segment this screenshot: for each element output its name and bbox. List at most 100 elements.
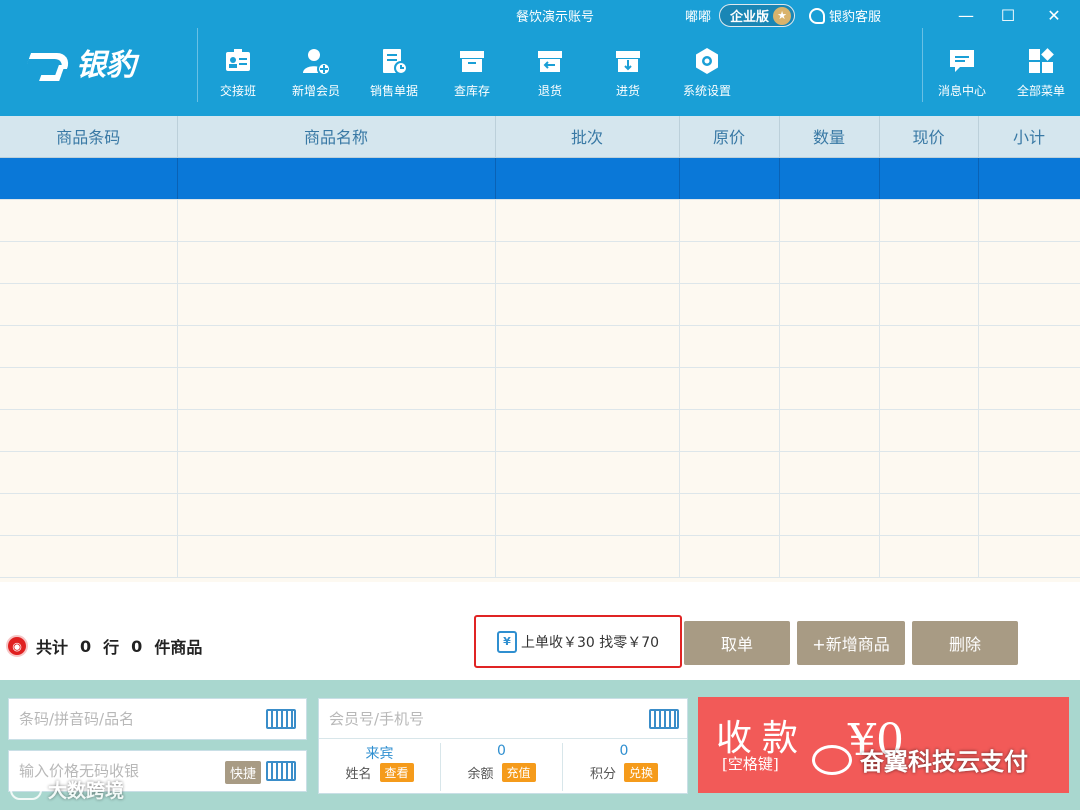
keyboard-icon[interactable] <box>266 761 296 781</box>
table-cell[interactable] <box>679 241 780 284</box>
column-header-name[interactable]: 商品名称 <box>177 116 496 158</box>
table-cell[interactable] <box>978 367 1080 410</box>
table-cell[interactable] <box>978 409 1080 452</box>
table-cell[interactable] <box>495 493 680 536</box>
column-header-quantity[interactable]: 数量 <box>779 116 880 158</box>
table-cell[interactable] <box>0 493 178 536</box>
toolbar-system-settings[interactable]: 系统设置 <box>672 46 742 99</box>
exchange-button[interactable]: 兑换 <box>624 763 659 782</box>
table-cell[interactable] <box>679 451 780 494</box>
table-cell[interactable] <box>177 367 496 410</box>
table-cell[interactable] <box>879 199 979 242</box>
table-cell[interactable] <box>779 535 880 578</box>
table-cell[interactable] <box>879 535 979 578</box>
minimize-button[interactable]: — <box>946 2 986 28</box>
table-row[interactable] <box>0 451 1080 494</box>
table-cell[interactable] <box>779 199 880 242</box>
member-input[interactable] <box>329 709 629 728</box>
recharge-button[interactable]: 充值 <box>501 763 536 782</box>
toolbar-all-menu[interactable]: 全部菜单 <box>1006 46 1076 99</box>
table-row[interactable] <box>0 157 1080 200</box>
user-name[interactable]: 嘟嘟 <box>685 6 711 25</box>
table-cell[interactable] <box>177 535 496 578</box>
table-cell[interactable] <box>978 535 1080 578</box>
table-cell[interactable] <box>879 493 979 536</box>
table-row[interactable] <box>0 409 1080 452</box>
table-cell[interactable] <box>779 451 880 494</box>
table-cell[interactable] <box>0 367 178 410</box>
table-cell[interactable] <box>495 325 680 368</box>
add-product-button[interactable]: +新增商品 <box>797 621 905 665</box>
table-cell[interactable] <box>177 493 496 536</box>
table-cell[interactable] <box>879 367 979 410</box>
table-cell[interactable] <box>495 283 680 326</box>
barcode-input[interactable] <box>19 710 219 728</box>
table-cell[interactable] <box>495 409 680 452</box>
table-cell[interactable] <box>978 493 1080 536</box>
close-button[interactable]: ✕ <box>1034 2 1074 28</box>
table-cell[interactable] <box>177 241 496 284</box>
toolbar-handover[interactable]: 交接班 <box>203 46 273 99</box>
table-row[interactable] <box>0 535 1080 578</box>
column-header-original-price[interactable]: 原价 <box>679 116 780 158</box>
toolbar-message-center[interactable]: 消息中心 <box>927 46 997 99</box>
table-cell[interactable] <box>978 451 1080 494</box>
table-row[interactable] <box>0 325 1080 368</box>
support-link[interactable]: 银豹客服 <box>809 6 881 25</box>
table-cell[interactable] <box>0 535 178 578</box>
table-cell[interactable] <box>879 157 979 200</box>
maximize-button[interactable]: ☐ <box>988 2 1028 28</box>
table-cell[interactable] <box>177 451 496 494</box>
toolbar-add-member[interactable]: 新增会员 <box>281 46 351 99</box>
cancel-order-button[interactable]: 取单 <box>684 621 790 665</box>
table-cell[interactable] <box>495 241 680 284</box>
column-header-barcode[interactable]: 商品条码 <box>0 116 178 158</box>
table-cell[interactable] <box>495 535 680 578</box>
keyboard-icon[interactable] <box>266 709 296 729</box>
table-cell[interactable] <box>0 199 178 242</box>
table-cell[interactable] <box>779 283 880 326</box>
table-cell[interactable] <box>879 325 979 368</box>
table-cell[interactable] <box>679 409 780 452</box>
table-cell[interactable] <box>978 325 1080 368</box>
table-cell[interactable] <box>978 283 1080 326</box>
table-cell[interactable] <box>779 493 880 536</box>
table-cell[interactable] <box>495 367 680 410</box>
table-cell[interactable] <box>0 157 178 200</box>
table-cell[interactable] <box>679 535 780 578</box>
table-row[interactable] <box>0 367 1080 410</box>
table-cell[interactable] <box>0 283 178 326</box>
table-cell[interactable] <box>679 199 780 242</box>
table-cell[interactable] <box>879 241 979 284</box>
table-cell[interactable] <box>879 409 979 452</box>
keyboard-icon[interactable] <box>649 709 679 729</box>
toolbar-purchase[interactable]: 进货 <box>593 46 663 99</box>
table-row[interactable] <box>0 283 1080 326</box>
table-cell[interactable] <box>177 325 496 368</box>
table-cell[interactable] <box>679 283 780 326</box>
table-cell[interactable] <box>879 283 979 326</box>
table-cell[interactable] <box>177 409 496 452</box>
table-cell[interactable] <box>177 199 496 242</box>
edition-badge[interactable]: 企业版 ★ <box>719 4 796 27</box>
delete-button[interactable]: 删除 <box>912 621 1018 665</box>
barcode-field[interactable] <box>8 698 307 740</box>
table-cell[interactable] <box>779 157 880 200</box>
table-cell[interactable] <box>0 409 178 452</box>
table-cell[interactable] <box>779 241 880 284</box>
table-cell[interactable] <box>978 241 1080 284</box>
table-cell[interactable] <box>495 157 680 200</box>
table-row[interactable] <box>0 241 1080 284</box>
table-cell[interactable] <box>495 451 680 494</box>
table-cell[interactable] <box>0 241 178 284</box>
toolbar-sales-documents[interactable]: 销售单据 <box>359 46 429 99</box>
table-cell[interactable] <box>879 451 979 494</box>
table-cell[interactable] <box>177 157 496 200</box>
table-cell[interactable] <box>679 367 780 410</box>
column-header-subtotal[interactable]: 小计 <box>978 116 1080 158</box>
table-cell[interactable] <box>779 325 880 368</box>
table-cell[interactable] <box>679 157 780 200</box>
column-header-current-price[interactable]: 现价 <box>879 116 979 158</box>
table-cell[interactable] <box>779 367 880 410</box>
member-search-field[interactable] <box>319 699 687 739</box>
